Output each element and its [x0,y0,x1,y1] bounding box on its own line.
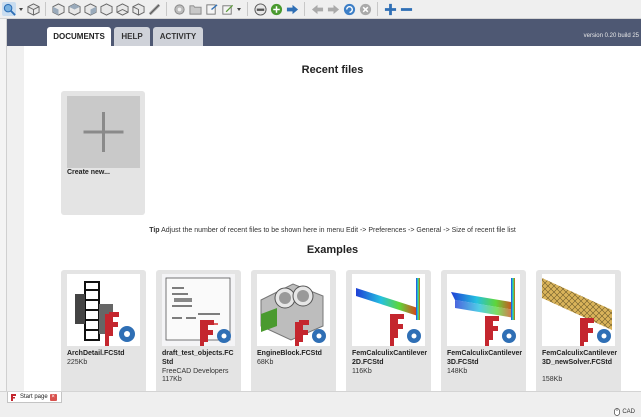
view-right-icon[interactable] [83,2,97,16]
export-icon[interactable] [204,2,218,16]
start-header: DOCUMENTS HELP ACTIVITY version 0.20 bui… [7,19,641,46]
chevron-down-icon[interactable] [18,2,24,16]
example-card[interactable]: FemCalculixCantilever2D.FCStd 116Kb [346,270,431,391]
example-name: FemCalculixCantilever2D.FCStd [352,350,428,366]
measure-icon[interactable] [147,2,161,16]
toolbar-separator [166,2,167,16]
recent-files-title: Recent files [301,64,364,76]
status-bar: Start page × CAD [0,391,641,417]
create-new-label[interactable]: Create new... [67,169,110,176]
version-label: version 0.20 build 25 [583,33,639,39]
example-card[interactable]: ArchDetail.FCStd 225Kb [61,270,146,391]
plus-icon [67,96,140,168]
view-top-icon[interactable] [67,2,81,16]
back-arrow-icon[interactable] [310,2,324,16]
page-tab-label: Start page [20,394,48,400]
toolbar-separator [377,2,378,16]
example-thumbnail [542,274,615,346]
refresh-icon[interactable] [342,2,356,16]
example-size: 117Kb [162,376,182,383]
part-icon[interactable] [172,2,186,16]
example-size: 68Kb [257,359,274,366]
examples-title: Examples [306,244,359,256]
toolbar-separator [247,2,248,16]
toolbar [0,0,641,19]
example-name: EngineBlock.FCStd [257,350,322,357]
navigation-style[interactable]: CAD [614,408,635,416]
example-thumbnail [352,274,425,346]
chevron-down-icon[interactable] [236,2,242,16]
example-card[interactable]: FemCalculixCantilever3D_newSolver.FCStd … [536,270,621,391]
freecad-logo-icon [10,393,18,401]
record-icon[interactable] [269,2,283,16]
start-page-content: Recent files Create new... Tip Adjust th… [24,46,641,391]
forward-arrow-icon[interactable] [326,2,340,16]
example-name: FemCalculixCantilever3D.FCStd [447,350,523,366]
tab-documents[interactable]: DOCUMENTS [47,27,111,46]
tip-text: Tip Adjust the number of recent files to… [24,227,641,234]
mouse-icon [614,408,621,416]
example-thumbnail [67,274,140,346]
create-new-card[interactable] [61,91,145,215]
tip-body: Adjust the number of recent files to be … [161,227,516,234]
nav-style-label: CAD [622,409,635,415]
example-name: FemCalculixCantilever3D_newSolver.FCStd [542,350,618,366]
example-name: ArchDetail.FCStd [67,350,125,357]
example-size: 116Kb [352,368,372,375]
example-size: 148Kb [447,368,468,375]
macro-edit-icon[interactable] [220,2,234,16]
tab-start-page[interactable]: Start page × [7,392,62,403]
example-thumbnail [447,274,520,346]
example-thumbnail [162,274,235,346]
example-card[interactable]: FemCalculixCantilever3D.FCStd 148Kb [441,270,526,391]
zoom-out-icon[interactable] [399,2,413,16]
freecad-window: DOCUMENTS HELP ACTIVITY version 0.20 bui… [0,0,641,417]
view-iso-icon[interactable] [26,2,40,16]
example-size: 158Kb [542,376,563,383]
view-left-icon[interactable] [131,2,145,16]
left-dock-strip [0,19,7,391]
example-card[interactable]: draft_test_objects.FCStd FreeCAD Develop… [156,270,241,391]
example-thumbnail [257,274,330,346]
stop-load-icon[interactable] [358,2,372,16]
view-bottom-icon[interactable] [115,2,129,16]
view-front-icon[interactable] [51,2,65,16]
forward-icon[interactable] [285,2,299,16]
zoom-in-icon[interactable] [383,2,397,16]
example-size: 225Kb [67,359,88,366]
view-rear-icon[interactable] [99,2,113,16]
tab-help[interactable]: HELP [114,27,150,46]
close-icon[interactable]: × [49,393,57,401]
toolbar-separator [304,2,305,16]
zoom-icon[interactable] [2,2,16,16]
stop-icon[interactable] [253,2,267,16]
folder-icon[interactable] [188,2,202,16]
example-card[interactable]: EngineBlock.FCStd 68Kb [251,270,336,391]
tip-label: Tip [149,227,160,234]
tab-activity[interactable]: ACTIVITY [153,27,203,46]
example-name: draft_test_objects.FCStd [162,350,234,366]
toolbar-separator [45,2,46,16]
